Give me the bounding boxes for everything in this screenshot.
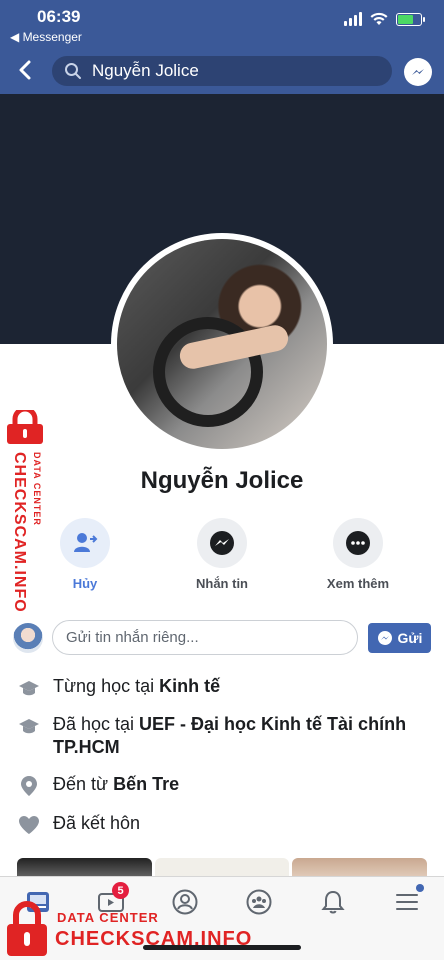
bell-icon xyxy=(321,890,345,914)
menu-notification-dot xyxy=(416,884,424,892)
back-to-messenger-link[interactable]: ◀ Messenger xyxy=(10,30,82,44)
messenger-button[interactable] xyxy=(404,58,432,86)
avatar xyxy=(13,623,43,653)
send-label: Gửi xyxy=(397,630,423,646)
location-icon xyxy=(21,776,37,796)
lock-icon xyxy=(7,410,43,444)
friend-cancel-icon xyxy=(74,533,98,552)
education-icon xyxy=(19,719,39,734)
watermark-subtext: DATA CENTER xyxy=(32,452,42,526)
info-hometown: Đến từ Bến Tre xyxy=(17,773,433,798)
cancel-request-button[interactable]: Hủy xyxy=(35,518,135,591)
info-education-2: Đã học tại UEF - Đại học Kinh tế Tài chí… xyxy=(17,713,433,759)
action-label: Hủy xyxy=(72,576,98,591)
messenger-icon xyxy=(210,531,234,555)
search-input[interactable]: Nguyễn Jolice xyxy=(52,56,392,86)
action-label: Nhắn tin xyxy=(196,576,248,591)
info-value[interactable]: Bến Tre xyxy=(113,774,179,794)
more-icon xyxy=(346,531,370,555)
info-education-1: Từng học tại Kinh tế xyxy=(17,675,433,700)
send-button[interactable]: Gửi xyxy=(368,623,431,653)
signal-icon xyxy=(344,12,362,26)
info-prefix: Đã học tại xyxy=(53,714,140,734)
messenger-icon xyxy=(377,631,392,645)
info-prefix: Từng học tại xyxy=(53,676,160,696)
status-icons xyxy=(344,12,425,26)
battery-icon xyxy=(396,12,425,26)
search-query: Nguyễn Jolice xyxy=(92,61,199,80)
watermark-text: CHECKSCAM.INFO xyxy=(55,928,253,950)
info-prefix: Đến từ xyxy=(53,774,114,794)
profile-name: Nguyễn Jolice xyxy=(140,467,304,494)
menu-tab[interactable] xyxy=(392,884,424,917)
status-time: 06:39 xyxy=(37,7,81,26)
profile-photo-image xyxy=(117,239,327,449)
info-value[interactable]: Kinh tế xyxy=(159,676,220,696)
back-arrow-icon[interactable] xyxy=(14,58,38,82)
info-prefix: Đã kết hôn xyxy=(53,813,141,833)
education-icon xyxy=(19,681,39,696)
action-label: Xem thêm xyxy=(326,576,390,591)
watermark-bottom: DATA CENTER CHECKSCAM.INFO xyxy=(3,898,273,958)
search-icon xyxy=(65,63,81,79)
heart-icon xyxy=(19,816,39,834)
profile-picture[interactable] xyxy=(111,233,333,455)
messenger-icon xyxy=(412,69,424,75)
watermark-subtext: DATA CENTER xyxy=(57,910,159,925)
top-header: 06:39 ◀ Messenger Nguyễn Jolice xyxy=(0,0,444,94)
wifi-icon xyxy=(370,12,388,25)
menu-icon xyxy=(396,894,418,910)
watermark-text: CHECKSCAM.INFO xyxy=(11,452,28,613)
info-relationship: Đã kết hôn xyxy=(17,812,433,837)
notifications-tab[interactable] xyxy=(318,887,348,917)
notification-badge: 5 xyxy=(112,882,129,899)
lock-icon xyxy=(7,901,47,956)
private-message-input[interactable]: Gửi tin nhắn riêng... xyxy=(52,620,358,655)
message-button[interactable]: Nhắn tin xyxy=(172,518,272,591)
see-more-button[interactable]: Xem thêm xyxy=(308,518,408,591)
